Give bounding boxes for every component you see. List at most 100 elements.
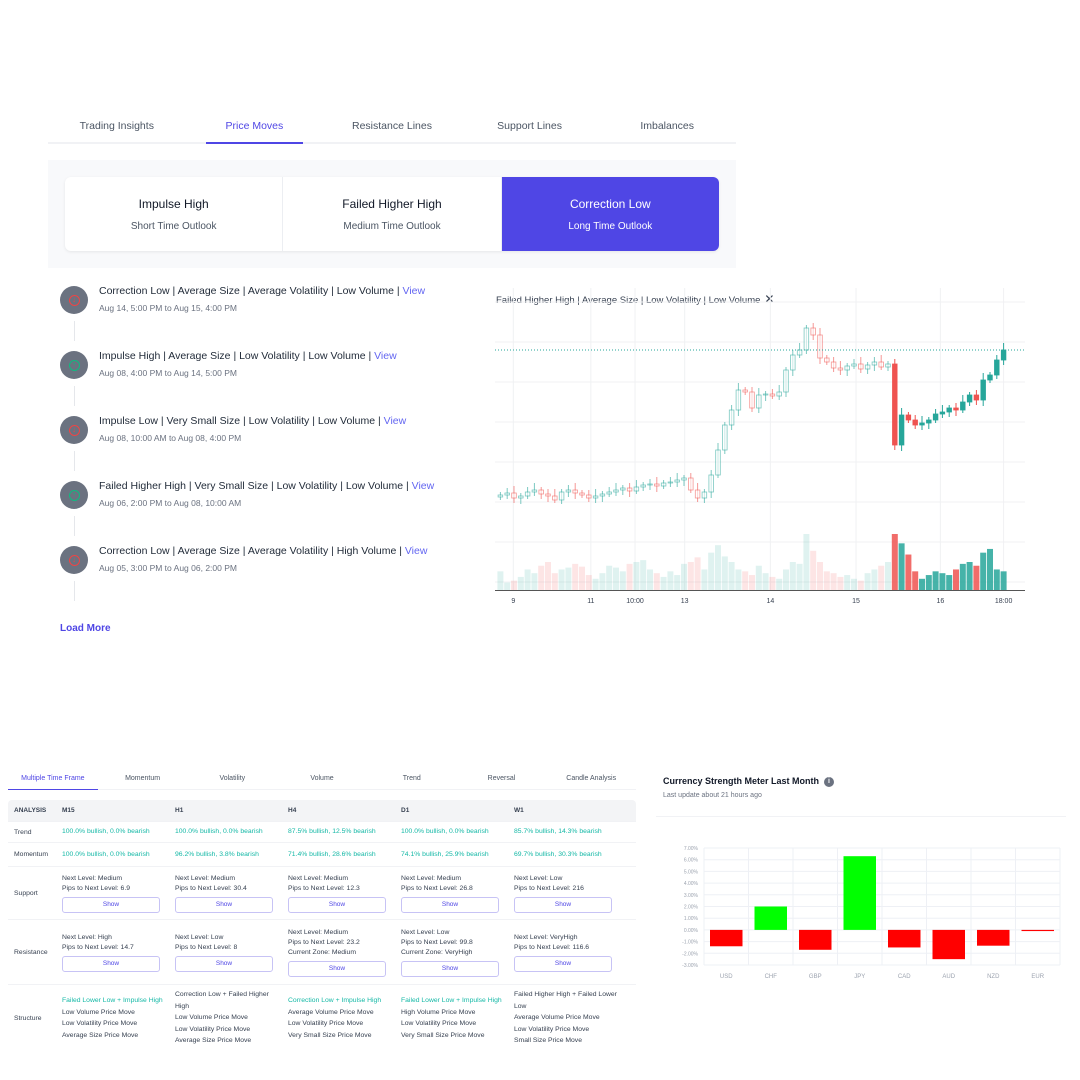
tab-reversal[interactable]: Reversal — [457, 770, 547, 789]
show-button[interactable]: Show — [514, 896, 612, 913]
volume-bar — [987, 548, 993, 590]
volume-bar — [626, 563, 633, 590]
table-row: Resistance Next Level: High Pips to Next L… — [8, 920, 636, 985]
outlook-title: Failed Higher High — [342, 197, 442, 211]
view-link[interactable]: View — [405, 545, 428, 557]
volume-bar — [905, 554, 912, 590]
y-tick-label: -1.00% — [682, 940, 698, 946]
candle — [885, 363, 891, 368]
volume-bar — [613, 567, 619, 590]
cell-line: Pips to Next Level: 216 — [514, 884, 584, 892]
candle — [762, 393, 769, 396]
move-summary: Impulse High | Average Size | Low Volati… — [99, 345, 480, 362]
outlook-card[interactable]: Failed Higher High Medium Time Outlook — [283, 177, 502, 251]
tab-volatility[interactable]: Volatility — [187, 770, 277, 789]
outlook-card[interactable]: Impulse High Short Time Outlook — [65, 177, 284, 251]
candle — [722, 424, 728, 451]
candle — [892, 363, 898, 446]
x-tick-label: CAD — [898, 974, 911, 980]
show-button[interactable]: Show — [175, 955, 273, 972]
volume-bar — [919, 578, 925, 590]
candle — [844, 365, 850, 371]
volume-bar — [579, 566, 585, 590]
move-text: Impulse Low | Very Small Size | Low Vola… — [99, 415, 384, 427]
candle — [545, 493, 551, 497]
cell-line: Next Level: High — [62, 933, 112, 941]
tab-volume[interactable]: Volume — [277, 770, 367, 789]
candle — [620, 487, 626, 491]
candle — [613, 489, 619, 493]
volume-bar — [565, 567, 572, 590]
load-more-button[interactable]: Load More — [60, 623, 111, 634]
view-link[interactable]: View — [403, 285, 426, 297]
cell-line: Pips to Next Level: 6.9 — [62, 884, 131, 892]
candle — [810, 327, 816, 336]
table-row: Support Next Level: Medium Pips to Next Le… — [8, 867, 636, 920]
move-summary: Failed Higher High | Very Small Size | L… — [99, 475, 480, 492]
volume-bar — [735, 569, 742, 590]
show-button[interactable]: Show — [62, 896, 160, 913]
bar-aud — [932, 929, 965, 960]
x-tick-label: CHF — [765, 974, 778, 980]
tab-multiple-time-frame[interactable]: Multiple Time Frame — [8, 770, 98, 790]
x-tick-label: JPY — [854, 974, 865, 980]
view-link[interactable]: View — [384, 415, 407, 427]
info-icon[interactable]: i — [824, 776, 835, 787]
show-button[interactable]: Show — [288, 960, 386, 977]
view-link[interactable]: View — [374, 350, 397, 362]
cell-line: Average Size Price Move — [62, 1031, 139, 1039]
candle — [586, 494, 592, 499]
cell-line: Low Volatility Price Move — [175, 1025, 251, 1033]
candle — [504, 492, 510, 496]
show-button[interactable]: Show — [62, 955, 160, 972]
volume-bar — [504, 582, 511, 590]
show-button[interactable]: Show — [175, 896, 273, 913]
x-tick-label: 18:00 — [995, 598, 1013, 605]
volume-bar — [511, 580, 517, 590]
volume-bar — [939, 573, 946, 590]
volume-bar — [898, 543, 905, 590]
cell: Next Level: Medium Pips to Next Level: 12… — [288, 874, 401, 913]
price-chart[interactable]: 9 11 10:00 13 14 15 16 18:00 — [495, 288, 1025, 608]
row-label: Resistance — [14, 948, 48, 956]
show-button[interactable]: Show — [288, 896, 386, 913]
outlook-subtitle: Medium Time Outlook — [343, 221, 441, 232]
candle — [599, 493, 606, 497]
outlook-card[interactable]: Correction Low Long Time Outlook — [501, 177, 719, 251]
volume-bar — [531, 573, 538, 590]
show-button[interactable]: Show — [514, 955, 612, 972]
candle — [633, 486, 640, 492]
cell-line: Average Volume Price Move — [288, 1008, 374, 1016]
tab-price-moves[interactable]: Price Moves — [186, 108, 324, 144]
volume-bar — [946, 575, 953, 590]
timeline-connector — [73, 516, 75, 536]
x-tick-label: USD — [720, 974, 733, 980]
tab-candle-analysis[interactable]: Candle Analysis — [546, 770, 636, 789]
volume-bar — [980, 552, 987, 590]
move-range: Aug 06, 2:00 PM to Aug 08, 10:00 AM — [99, 498, 242, 508]
tab-trading-insights[interactable]: Trading Insights — [48, 108, 186, 142]
volume-bar — [769, 576, 776, 590]
list-item: ↓ Impulse Low | Very Small Size | Low Vol… — [60, 410, 480, 475]
volume-bar — [592, 578, 599, 590]
cell-line: Low Volatility Price Move — [62, 1020, 138, 1027]
tab-momentum[interactable]: Momentum — [98, 770, 188, 789]
cell: Next Level: Low Pips to Next Level: 99.8 C… — [401, 928, 514, 977]
view-link[interactable]: View — [412, 480, 435, 492]
tab-trend[interactable]: Trend — [367, 770, 457, 789]
column-header: M15 — [62, 806, 75, 814]
cell: 100.0% bullish, 0.0% bearish — [62, 850, 150, 858]
show-button[interactable]: Show — [401, 960, 499, 977]
volume-bar — [721, 556, 728, 590]
volume-bar — [803, 534, 810, 590]
cell-line: Current Zone: Medium — [288, 948, 356, 956]
candle — [674, 479, 680, 483]
volume-bar — [762, 573, 769, 590]
volume-bar — [647, 569, 653, 590]
cell: 69.7% bullish, 30.3% bearish — [514, 850, 602, 858]
tab-support-lines[interactable]: Support Lines — [461, 108, 599, 142]
cell-line: Next Level: Medium — [401, 874, 462, 882]
tab-resistance-lines[interactable]: Resistance Lines — [323, 108, 461, 142]
tab-imbalances[interactable]: Imbalances — [598, 108, 736, 142]
show-button[interactable]: Show — [401, 896, 499, 913]
